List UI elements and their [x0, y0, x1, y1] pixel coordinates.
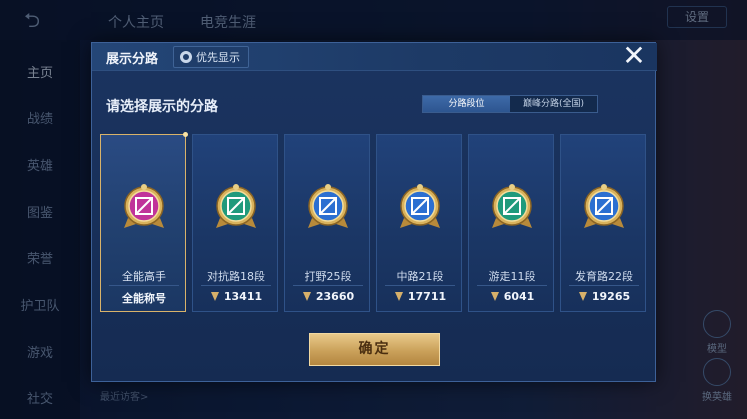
lane-card-value-row: 19265: [561, 290, 647, 303]
lane-card-value: 17711: [407, 290, 447, 303]
points-icon: [490, 292, 500, 301]
lane-card[interactable]: 游走11段 6041: [468, 134, 554, 312]
points-icon: [302, 292, 312, 301]
lane-card-list: 全能高手 全能称号 对抗路18段 13411 打野25段 23660 中路21段 17711 游…: [100, 132, 648, 312]
close-button[interactable]: ✕: [618, 42, 650, 71]
lane-card-value: 23660: [315, 290, 355, 303]
jungle-icon: [308, 184, 348, 228]
lane-card-label: 打野25段: [304, 270, 352, 283]
lane-card-value: 13411: [223, 290, 263, 303]
priority-display-button[interactable]: 优先显示: [173, 46, 249, 68]
lane-card-value-row: 6041: [469, 290, 555, 303]
lane-card[interactable]: 全能高手 全能称号: [100, 132, 188, 312]
lane-card-value-row: 23660: [285, 290, 371, 303]
priority-display-label: 优先显示: [196, 51, 240, 64]
lane-card-value: 19265: [591, 290, 631, 303]
rank-type-toggle: 分路段位 巅峰分路(全国): [422, 95, 598, 113]
points-icon: [210, 292, 220, 301]
dialog-title: 展示分路: [106, 52, 159, 67]
all-round-icon: [124, 184, 164, 228]
divider: [569, 285, 639, 286]
lane-card-label: 对抗路18段: [207, 270, 265, 283]
clash-lane-icon: [216, 184, 256, 228]
lane-card-value-row: 17711: [377, 290, 463, 303]
lane-card-label: 发育路22段: [575, 270, 633, 283]
confirm-button[interactable]: 确定: [309, 333, 440, 366]
lane-card[interactable]: 中路21段 17711: [376, 134, 462, 312]
lane-display-dialog: 展示分路 优先显示 ✕ 请选择展示的分路 分路段位 巅峰分路(全国) 全能高手全…: [91, 42, 657, 382]
dialog-header: 展示分路 优先显示 ✕: [92, 42, 657, 71]
roam-icon: [492, 184, 532, 228]
divider: [201, 285, 271, 286]
toggle-lane-rank[interactable]: 分路段位: [423, 96, 510, 112]
lane-card[interactable]: 发育路22段 19265: [560, 134, 646, 312]
lane-card-value: 6041: [503, 290, 535, 303]
lane-card-value: 全能称号: [122, 292, 166, 305]
lane-card-label: 游走11段: [488, 270, 536, 283]
lane-card[interactable]: 对抗路18段 13411: [192, 134, 278, 312]
divider: [385, 285, 455, 286]
lane-card-label: 全能高手: [122, 270, 166, 283]
dialog-subtitle: 请选择展示的分路: [106, 99, 218, 115]
gear-icon: [180, 51, 192, 63]
toggle-peak-lane[interactable]: 巅峰分路(全国): [510, 96, 597, 112]
mid-lane-icon: [400, 184, 440, 228]
divider: [293, 285, 363, 286]
farm-lane-icon: [584, 184, 624, 228]
divider: [477, 285, 547, 286]
lane-card-label: 中路21段: [396, 270, 444, 283]
selected-corner-marker: [183, 132, 188, 137]
lane-card-value-row: 13411: [193, 290, 279, 303]
points-icon: [578, 292, 588, 301]
lane-card-value-row: 全能称号: [101, 290, 187, 306]
points-icon: [394, 292, 404, 301]
lane-card[interactable]: 打野25段 23660: [284, 134, 370, 312]
divider: [109, 285, 179, 286]
